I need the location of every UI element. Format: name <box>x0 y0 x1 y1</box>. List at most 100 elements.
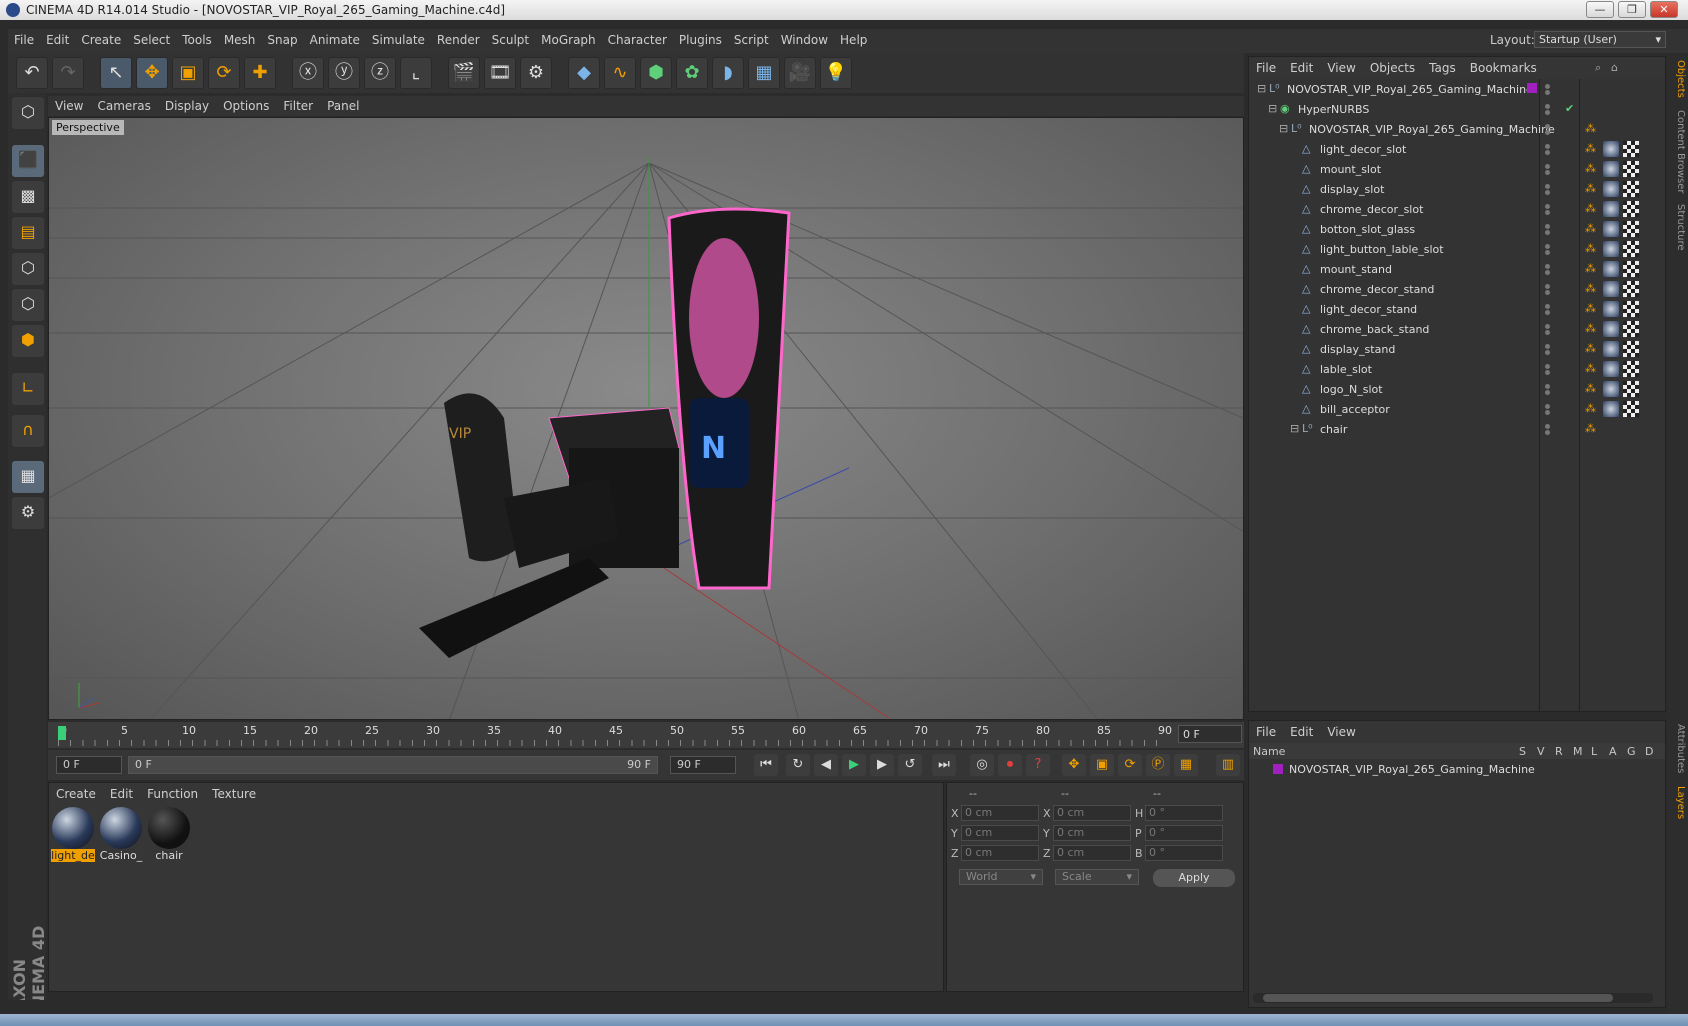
object-menu-file[interactable]: File <box>1249 57 1283 79</box>
texture-tag-icon[interactable] <box>1623 281 1639 297</box>
polygons-mode-icon[interactable]: ⬢ <box>12 325 44 357</box>
material-tag-icon[interactable] <box>1603 221 1619 237</box>
menu-mograph[interactable]: MoGraph <box>535 29 602 51</box>
object-row[interactable]: △ light_button_lable_slot ⁂ <box>1249 239 1665 259</box>
y-axis-icon[interactable]: ⓨ <box>328 57 360 89</box>
coord-position-field[interactable]: 0 cm <box>961 845 1039 861</box>
texture-tag-icon[interactable] <box>1623 361 1639 377</box>
menu-window[interactable]: Window <box>775 29 834 51</box>
material-tag-icon[interactable] <box>1603 281 1619 297</box>
object-row[interactable]: △ light_decor_slot ⁂ <box>1249 139 1665 159</box>
material-menu-function[interactable]: Function <box>140 783 205 805</box>
key-rotate-icon[interactable]: ⟳ <box>1118 754 1142 776</box>
menu-render[interactable]: Render <box>431 29 486 51</box>
timeline-ruler[interactable]: 051015202530354045505560657075808590 0 F <box>48 722 1244 748</box>
coord-position-field[interactable]: 0 cm <box>961 805 1039 821</box>
coord-rotation-field[interactable]: 0 ° <box>1145 825 1223 841</box>
object-row[interactable]: △ chrome_decor_stand ⁂ <box>1249 279 1665 299</box>
light-icon[interactable]: 💡 <box>820 57 852 89</box>
start-frame-field[interactable]: 0 F <box>56 756 122 774</box>
spline-icon[interactable]: ∿ <box>604 57 636 89</box>
step-forward-icon[interactable]: ▶ <box>870 754 894 776</box>
object-row[interactable]: △ bill_acceptor ⁂ <box>1249 399 1665 419</box>
nurbs-icon[interactable]: ⬢ <box>640 57 672 89</box>
visibility-dots-icon[interactable] <box>1545 364 1553 375</box>
viewport-menu-display[interactable]: Display <box>158 96 216 116</box>
rotate-icon[interactable]: ⟳ <box>208 57 240 89</box>
expand-toggle-icon[interactable]: ⊟ <box>1257 82 1266 95</box>
visibility-dots-icon[interactable] <box>1545 164 1553 175</box>
menu-tools[interactable]: Tools <box>176 29 218 51</box>
material-swatch[interactable]: chair <box>147 807 191 863</box>
viewport-menu-options[interactable]: Options <box>216 96 276 116</box>
texture-tag-icon[interactable] <box>1623 301 1639 317</box>
object-menu-objects[interactable]: Objects <box>1363 57 1422 79</box>
z-axis-icon[interactable]: ⓩ <box>364 57 396 89</box>
phong-tag-icon[interactable]: ⁂ <box>1585 302 1596 315</box>
menu-plugins[interactable]: Plugins <box>673 29 728 51</box>
undo-icon[interactable]: ↶ <box>16 57 48 89</box>
viewport-menu-view[interactable]: View <box>48 96 90 116</box>
menu-sculpt[interactable]: Sculpt <box>486 29 535 51</box>
minimize-button[interactable]: — <box>1586 1 1614 18</box>
phong-tag-icon[interactable]: ⁂ <box>1585 242 1596 255</box>
menu-character[interactable]: Character <box>602 29 673 51</box>
menu-simulate[interactable]: Simulate <box>366 29 431 51</box>
viewport-menu-cameras[interactable]: Cameras <box>90 96 157 116</box>
material-tag-icon[interactable] <box>1603 141 1619 157</box>
search-icon[interactable]: ⌕ <box>1595 61 1601 75</box>
record-keys-icon[interactable]: ◎ <box>970 754 994 776</box>
phong-tag-icon[interactable]: ⁂ <box>1585 282 1596 295</box>
menu-animate[interactable]: Animate <box>304 29 366 51</box>
go-to-end-icon[interactable]: ⏭ <box>932 754 956 776</box>
texture-tag-icon[interactable] <box>1623 261 1639 277</box>
material-tag-icon[interactable] <box>1603 381 1619 397</box>
menu-create[interactable]: Create <box>75 29 127 51</box>
cube-icon[interactable]: ◆ <box>568 57 600 89</box>
side-tab-attributes[interactable]: Attributes <box>1670 724 1686 773</box>
visibility-dots-icon[interactable] <box>1545 244 1553 255</box>
material-tag-icon[interactable] <box>1603 361 1619 377</box>
object-row[interactable]: ⊟ L⁰ NOVOSTAR_VIP_Royal_265_Gaming_Machine… <box>1249 119 1665 139</box>
key-move-icon[interactable]: ✥ <box>1062 754 1086 776</box>
x-axis-icon[interactable]: ⓧ <box>292 57 324 89</box>
phong-tag-icon[interactable]: ⁂ <box>1585 402 1596 415</box>
material-tag-icon[interactable] <box>1603 181 1619 197</box>
points-mode-icon[interactable]: ⬡ <box>12 253 44 285</box>
scrollbar-thumb[interactable] <box>1263 994 1613 1002</box>
coord-size-field[interactable]: 0 cm <box>1053 825 1131 841</box>
side-tab-layers[interactable]: Layers <box>1670 786 1686 819</box>
edges-mode-icon[interactable]: ⬡ <box>12 289 44 321</box>
visibility-dots-icon[interactable] <box>1545 144 1553 155</box>
camera-icon[interactable]: 🎥 <box>784 57 816 89</box>
model-mode-icon[interactable]: ⬛ <box>12 145 44 177</box>
visibility-dots-icon[interactable] <box>1545 204 1553 215</box>
timeline-window-icon[interactable]: ▥ <box>1216 754 1240 776</box>
coord-rotation-field[interactable]: 0 ° <box>1145 805 1223 821</box>
phong-tag-icon[interactable]: ⁂ <box>1585 142 1596 155</box>
visibility-dots-icon[interactable] <box>1545 224 1553 235</box>
material-tag-icon[interactable] <box>1603 401 1619 417</box>
layer-menu-edit[interactable]: Edit <box>1283 721 1320 743</box>
coord-system-select[interactable]: World ▾ <box>959 869 1043 885</box>
range-slider[interactable]: 0 F 90 F <box>128 756 658 774</box>
current-frame-field[interactable]: 0 F <box>1178 725 1242 743</box>
material-swatch[interactable]: Casino_ <box>99 807 143 863</box>
texture-tag-icon[interactable] <box>1623 181 1639 197</box>
object-menu-tags[interactable]: Tags <box>1422 57 1463 79</box>
coord-size-field[interactable]: 0 cm <box>1053 805 1131 821</box>
end-frame-field[interactable]: 90 F <box>670 756 736 774</box>
object-menu-edit[interactable]: Edit <box>1283 57 1320 79</box>
render-settings-icon[interactable]: ⚙ <box>520 57 552 89</box>
check-icon[interactable]: ✔ <box>1565 102 1574 115</box>
play-icon[interactable]: ▶ <box>842 754 866 776</box>
add-icon[interactable]: ✚ <box>244 57 276 89</box>
texture-tag-icon[interactable] <box>1623 341 1639 357</box>
texture-mode-icon[interactable]: ▩ <box>12 181 44 213</box>
object-row[interactable]: △ chrome_decor_slot ⁂ <box>1249 199 1665 219</box>
phong-tag-icon[interactable]: ⁂ <box>1585 362 1596 375</box>
menu-mesh[interactable]: Mesh <box>218 29 262 51</box>
axis-icon[interactable]: ∟ <box>12 373 44 405</box>
make-editable-icon[interactable]: ⬡ <box>12 97 44 129</box>
material-tag-icon[interactable] <box>1603 321 1619 337</box>
